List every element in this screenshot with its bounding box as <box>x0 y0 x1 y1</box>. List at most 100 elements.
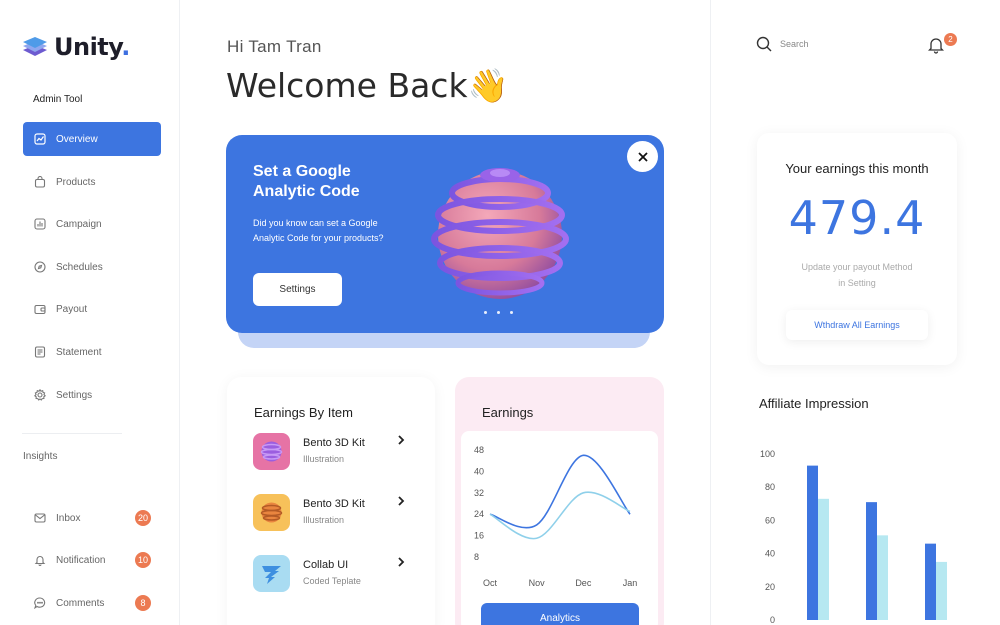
notification-count-badge: 10 <box>135 552 151 568</box>
earnings-line-chart: 8 16 24 32 40 48 Oct Nov Dec Jan <box>474 445 638 588</box>
carousel-dots[interactable] <box>484 311 513 314</box>
item-subtitle: Coded Teplate <box>303 576 361 586</box>
sidebar-item-settings[interactable]: Settings <box>23 378 161 412</box>
analytics-button[interactable]: Analytics <box>481 603 639 625</box>
sidebar-item-label: Inbox <box>56 512 81 524</box>
carousel-dot[interactable] <box>497 311 500 314</box>
item-thumbnail <box>253 494 290 531</box>
sidebar-item-label: Payout <box>56 303 88 315</box>
y-tick-label: 16 <box>474 531 484 541</box>
list-item[interactable]: Collab UI Coded Teplate <box>253 555 413 595</box>
earnings-month-note: Update your payout Method in Setting <box>801 262 913 288</box>
list-item[interactable]: Bento 3D Kit Illustration <box>253 494 413 534</box>
sidebar-item-campaign[interactable]: Campaign <box>23 207 161 241</box>
promo-text: Did you know can set a Google Analytic C… <box>253 218 384 243</box>
logo[interactable]: Unity. <box>22 33 130 61</box>
withdraw-button[interactable]: Wthdraw All Earnings <box>786 310 928 340</box>
gear-icon <box>33 388 47 402</box>
comment-icon <box>33 596 47 610</box>
inbox-count-badge: 20 <box>135 510 151 526</box>
y-tick-label: 20 <box>765 582 775 592</box>
y-tick-label: 100 <box>760 449 775 459</box>
carousel-dot[interactable] <box>510 311 513 314</box>
item-title: Collab UI <box>303 559 349 571</box>
logo-icon <box>23 37 47 56</box>
comments-count-badge: 8 <box>135 595 151 611</box>
earnings-by-item-title: Earnings By Item <box>254 405 353 420</box>
earnings-by-item-card: Earnings By Item Bento 3D Kit Illustrati… <box>227 377 435 625</box>
sidebar-item-label: Comments <box>56 597 105 609</box>
sidebar-item-overview[interactable]: Overview <box>23 122 161 156</box>
chevron-right-icon[interactable] <box>397 557 405 567</box>
y-tick-label: 8 <box>474 552 479 562</box>
bag-icon <box>33 175 47 189</box>
page-title: Welcome Back👋 <box>226 66 509 105</box>
item-title: Bento 3D Kit <box>303 498 365 510</box>
affiliate-bar-chart: 0 20 40 60 80 100 <box>760 449 947 625</box>
document-icon <box>33 345 47 359</box>
sidebar-divider <box>22 433 122 434</box>
bar <box>807 465 818 620</box>
sidebar-item-notification[interactable]: Notification 10 <box>23 543 161 577</box>
sidebar-item-schedules[interactable]: Schedules <box>23 250 161 284</box>
bar <box>877 535 888 620</box>
bar-chart-icon <box>33 217 47 231</box>
x-tick-label: Dec <box>575 578 592 588</box>
item-subtitle: Illustration <box>303 515 345 525</box>
chevron-right-icon[interactable] <box>397 435 405 445</box>
y-tick-label: 80 <box>765 482 775 492</box>
item-title: Bento 3D Kit <box>303 437 365 449</box>
sidebar-item-label: Products <box>56 176 96 188</box>
earnings-month-title: Your earnings this month <box>785 161 929 176</box>
earnings-chart-title: Earnings <box>482 405 534 420</box>
item-thumbnail <box>253 433 290 470</box>
search-bar[interactable]: Search <box>756 36 809 52</box>
close-icon <box>637 151 648 162</box>
list-item[interactable]: Bento 3D Kit Illustration <box>253 433 413 473</box>
sidebar-item-comments[interactable]: Comments 8 <box>23 586 161 620</box>
carousel-dot[interactable] <box>484 311 487 314</box>
y-tick-label: 24 <box>474 509 484 519</box>
search-input[interactable]: Search <box>780 39 809 49</box>
settings-button[interactable]: Settings <box>253 273 342 306</box>
sidebar-item-payout[interactable]: Payout <box>23 292 161 326</box>
y-tick-label: 40 <box>765 549 775 559</box>
sidebar-item-label: Settings <box>56 389 93 401</box>
y-tick-label: 40 <box>474 466 484 476</box>
series-line-2 <box>489 491 631 540</box>
sidebar-item-label: Notification <box>56 554 106 566</box>
sidebar-item-inbox[interactable]: Inbox 20 <box>23 501 161 535</box>
3d-sphere-illustration <box>431 168 569 299</box>
affiliate-impression-title: Affiliate Impression <box>759 396 869 411</box>
sidebar-item-label: Overview <box>56 133 98 145</box>
sidebar-item-label: Schedules <box>56 261 103 273</box>
notification-badge: 2 <box>944 33 957 46</box>
app: Unity. Admin Tool Overview Products Camp… <box>0 0 1000 625</box>
x-tick-label: Jan <box>623 578 638 588</box>
sidebar: Unity. Admin Tool Overview Products Camp… <box>0 0 180 625</box>
wave-emoji: 👋 <box>467 66 509 105</box>
bar <box>818 498 829 620</box>
item-thumbnail <box>253 555 290 592</box>
close-button[interactable] <box>627 141 658 172</box>
notification-bell-icon[interactable] <box>928 36 944 54</box>
greeting: Hi Tam Tran <box>227 37 322 56</box>
admin-tool-label: Admin Tool <box>33 94 83 105</box>
item-subtitle: Illustration <box>303 454 345 464</box>
earnings-chart-panel: 8 16 24 32 40 48 Oct Nov Dec Jan <box>461 431 658 625</box>
earnings-chart-card: Earnings 8 16 24 32 40 48 Oct Nov Dec Jan Analyti… <box>455 377 664 625</box>
insights-label: Insights <box>23 451 58 462</box>
sidebar-item-statement[interactable]: Statement <box>23 335 161 369</box>
promo-title: Set a Google Analytic Code <box>253 163 360 200</box>
x-tick-label: Nov <box>529 578 546 588</box>
wallet-icon <box>33 302 47 316</box>
chevron-right-icon[interactable] <box>397 496 405 506</box>
sidebar-item-products[interactable]: Products <box>23 165 161 199</box>
y-tick-label: 0 <box>770 615 775 625</box>
bar <box>936 561 947 620</box>
sidebar-item-label: Statement <box>56 346 102 358</box>
y-tick-label: 60 <box>765 515 775 525</box>
y-tick-label: 32 <box>474 488 484 498</box>
bar <box>925 543 936 620</box>
search-icon <box>756 36 772 52</box>
